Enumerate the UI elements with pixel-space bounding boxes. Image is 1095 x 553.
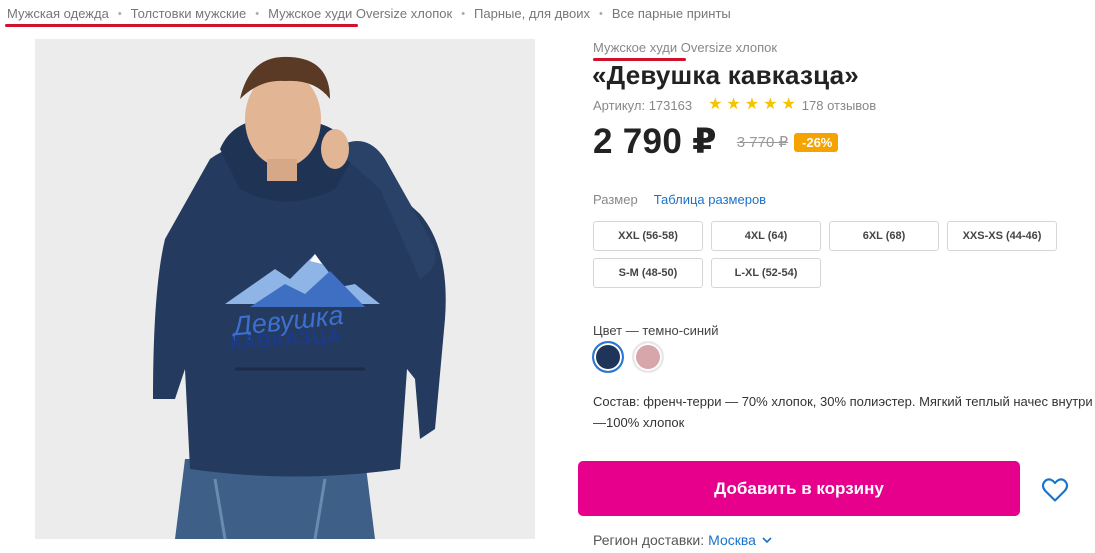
breadcrumb-separator: • [599, 7, 603, 20]
color-swatch-pink[interactable] [632, 341, 664, 373]
size-option-xxl[interactable]: XXL (56-58) [593, 221, 703, 251]
color-label: Цвет — темно-синий [593, 323, 719, 338]
current-price: 2 790 ₽ [593, 122, 717, 161]
star-icon: ★ [708, 96, 723, 113]
product-category[interactable]: Мужское худи Oversize хлопок [593, 40, 777, 55]
discount-badge: -26% [794, 132, 839, 152]
chevron-down-icon [762, 536, 772, 543]
hoodie-model-illustration: Девушка КАВКАЗЦА [35, 39, 535, 539]
breadcrumb: Мужская одежда • Толстовки мужские • Муж… [7, 6, 731, 21]
breadcrumb-item-all-couple-prints[interactable]: Все парные принты [612, 6, 731, 21]
size-options: XXL (56-58) 4XL (64) 6XL (68) XXS-XS (44… [593, 221, 1073, 288]
breadcrumb-separator: • [461, 7, 466, 20]
color-swatch-navy[interactable] [592, 341, 624, 373]
size-option-s-m[interactable]: S-M (48-50) [593, 258, 703, 288]
size-option-6xl[interactable]: 6XL (68) [829, 221, 939, 251]
size-option-l-xl[interactable]: L-XL (52-54) [711, 258, 821, 288]
delivery-region: Регион доставки: Москва [593, 532, 772, 548]
breadcrumb-separator: • [255, 7, 260, 20]
breadcrumb-separator: • [117, 7, 122, 20]
star-icon: ★ [744, 96, 760, 113]
region-label: Регион доставки: [593, 532, 705, 548]
breadcrumb-annotation-underline [5, 24, 358, 27]
article-number: Артикул: 173163 [593, 97, 693, 113]
star-icon: ★ [726, 96, 741, 113]
breadcrumb-item-hoodie-oversize[interactable]: Мужское худи Oversize хлопок [268, 6, 452, 21]
add-to-cart-button[interactable]: Добавить в корзину [578, 461, 1020, 516]
size-option-xxs-xs[interactable]: XXS-XS (44-46) [947, 221, 1057, 251]
heart-icon[interactable] [1041, 477, 1069, 503]
region-city-name: Москва [708, 532, 756, 548]
rating-stars: ★ ★ ★ ★ ★ [708, 97, 796, 113]
product-image[interactable]: Девушка КАВКАЗЦА [35, 39, 535, 539]
region-city-selector[interactable]: Москва [708, 532, 772, 548]
size-label: Размер [593, 192, 638, 207]
reviews-link[interactable]: 178 отзывов [802, 98, 876, 113]
product-title: «Девушка кавказца» [592, 60, 859, 90]
breadcrumb-item-mens-clothing[interactable]: Мужская одежда [7, 6, 109, 21]
size-option-4xl[interactable]: 4XL (64) [711, 221, 821, 251]
star-icon: ★ [763, 96, 778, 113]
size-header: Размер Таблица размеров [593, 192, 766, 207]
breadcrumb-item-sweatshirts[interactable]: Толстовки мужские [131, 6, 247, 21]
breadcrumb-item-couples[interactable]: Парные, для двоих [474, 6, 590, 21]
product-composition: Состав: френч-терри — 70% хлопок, 30% по… [593, 394, 1093, 430]
price-row: 2 790 ₽ 3 770 ₽ -26% [593, 122, 839, 162]
product-meta: Артикул: 173163 ★ ★ ★ ★ ★ 178 отзывов [593, 97, 876, 113]
old-price: 3 770 ₽ [736, 134, 789, 151]
size-table-link[interactable]: Таблица размеров [654, 192, 766, 207]
color-swatches [592, 341, 664, 373]
star-icon: ★ [781, 96, 796, 113]
